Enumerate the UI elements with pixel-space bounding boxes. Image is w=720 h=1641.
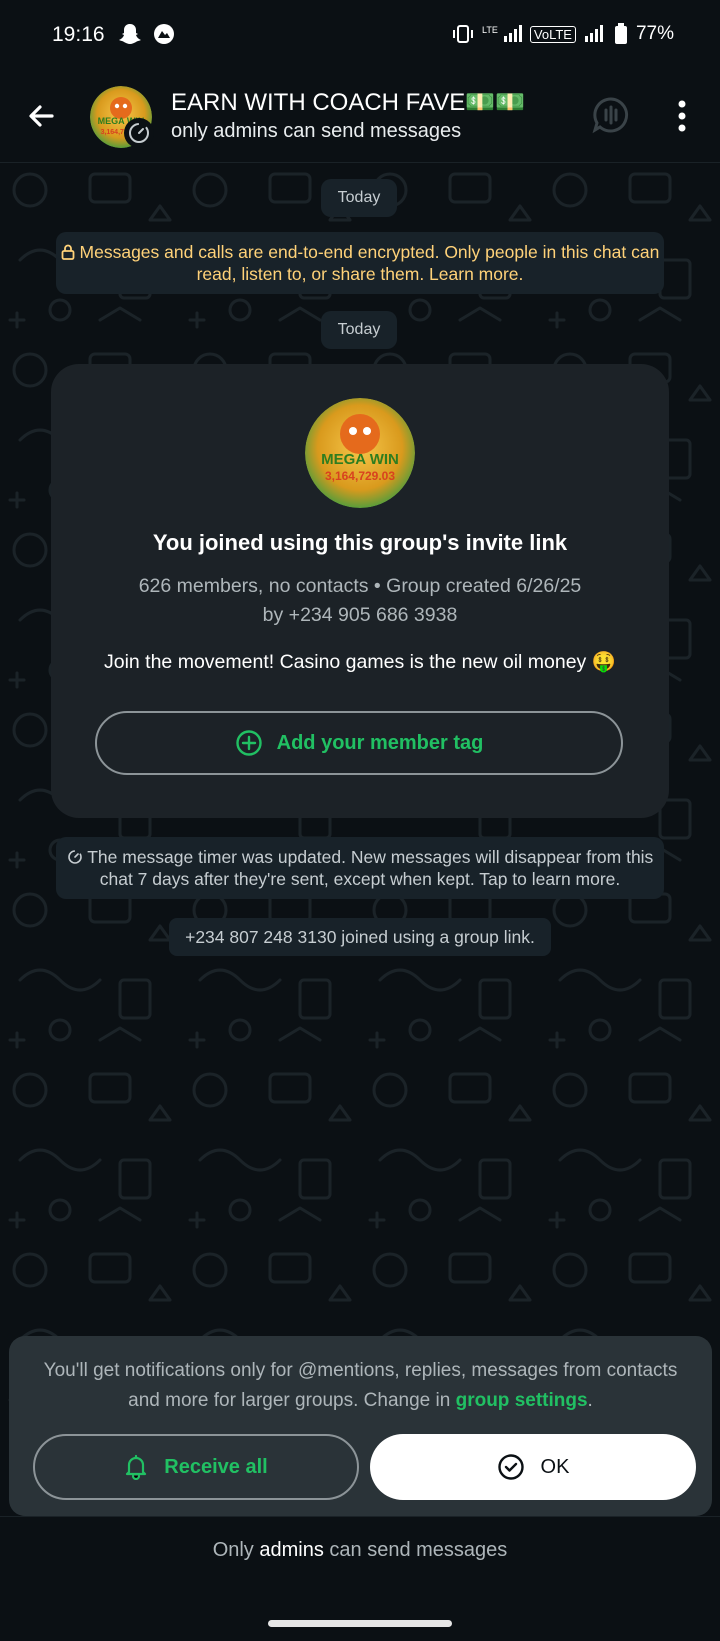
status-time: 19:16 (52, 23, 105, 46)
receive-all-label: Receive all (164, 1455, 268, 1478)
group-settings-link[interactable]: group settings (456, 1390, 588, 1411)
lock-icon (61, 244, 75, 260)
receive-all-button[interactable]: Receive all (33, 1434, 359, 1500)
more-options-icon[interactable] (670, 98, 694, 134)
back-arrow-icon[interactable] (22, 96, 62, 136)
group-meta-line: 626 members, no contacts • Group created… (138, 575, 582, 597)
volte-badge: VoLTE (529, 25, 576, 43)
group-subtitle: only admins can send messages (171, 120, 462, 142)
group-title[interactable]: EARN WITH COACH FAVE💵💵 (171, 88, 525, 117)
svg-text:LTE: LTE (482, 25, 498, 35)
add-circle-icon (235, 730, 262, 756)
ok-button[interactable]: OK (370, 1434, 696, 1500)
group-avatar-large[interactable]: MEGA WIN 3,164,729.03 (305, 398, 415, 508)
notification-settings-panel: You'll get notifications only for @menti… (9, 1336, 712, 1516)
date-chip: Today (321, 311, 397, 349)
bell-icon (126, 1454, 147, 1480)
footer-suffix: can send messages (323, 1539, 508, 1561)
status-system-icons: LTE VoLTE 77% (452, 23, 674, 45)
vibrate-icon (452, 25, 473, 43)
signal-lte-icon: LTE (482, 25, 522, 42)
admin-only-text: Only admins can send messages (0, 1539, 720, 1562)
timer-icon (67, 850, 82, 864)
battery-percentage: 77% (635, 23, 674, 44)
add-member-tag-label: Add your member tag (276, 731, 484, 754)
notification-info-text: You'll get notifications only for @menti… (43, 1356, 678, 1416)
member-joined-notice: +234 807 248 3130 joined using a group l… (169, 918, 551, 956)
home-indicator[interactable] (268, 1620, 452, 1627)
card-title: You joined using this group's invite lin… (152, 530, 568, 555)
signal-bars-icon (584, 25, 603, 42)
card-meta: 626 members, no contacts • Group created… (51, 572, 669, 630)
voice-chat-icon[interactable] (590, 94, 632, 136)
message-timer-text: The message timer was updated. New messa… (87, 847, 654, 889)
group-invite-card: MEGA WIN 3,164,729.03 You joined using t… (51, 364, 669, 818)
group-description: Join the movement! Casino games is the n… (103, 651, 617, 673)
status-notification-icons (118, 22, 176, 46)
footer-prefix: Only (212, 1539, 260, 1561)
check-circle-icon (497, 1454, 524, 1480)
app-notification-icon (154, 24, 174, 44)
message-timer-notice[interactable]: The message timer was updated. New messa… (56, 837, 664, 899)
card-avatar-text-top: MEGA WIN (321, 451, 399, 468)
footer-admins[interactable]: admins (259, 1539, 323, 1561)
notification-info-period: . (587, 1390, 593, 1411)
status-bar: 19:16 LTE VoLTE 77% (0, 0, 720, 72)
encryption-notice-text: Messages and calls are end-to-end encryp… (79, 242, 660, 284)
date-chip: Today (321, 179, 397, 217)
ok-label: OK (540, 1455, 570, 1478)
chat-header: MEGA WIN 3,164,729.03 EARN WITH COACH FA… (0, 72, 720, 163)
disappearing-timer-icon (124, 118, 154, 148)
encryption-notice[interactable]: Messages and calls are end-to-end encryp… (56, 232, 664, 294)
card-avatar-text-bottom: 3,164,729.03 (325, 469, 395, 483)
battery-icon (614, 23, 627, 44)
add-member-tag-button[interactable]: Add your member tag (95, 711, 623, 775)
snapchat-icon (119, 24, 141, 44)
group-creator-line: by +234 905 686 3938 (262, 604, 458, 626)
